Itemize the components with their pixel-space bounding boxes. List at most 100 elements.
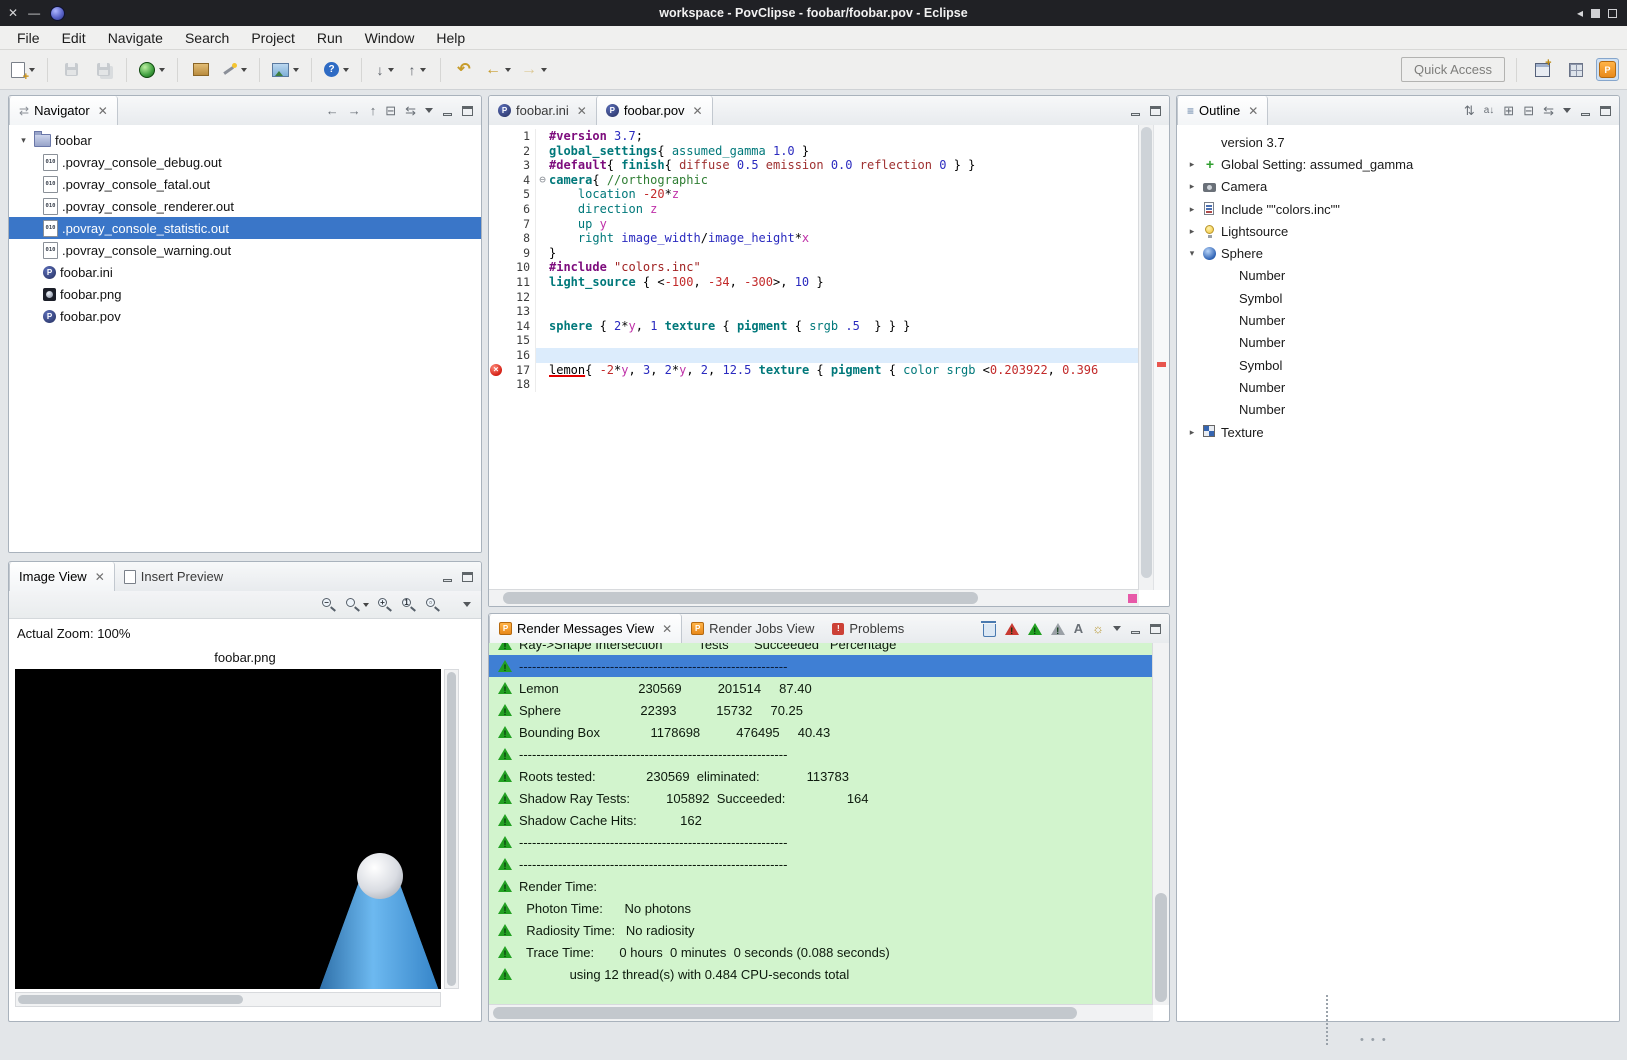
tab-insert-preview[interactable]: Insert Preview (115, 562, 232, 591)
code-line[interactable]: 6 direction z (489, 202, 1139, 217)
dropdown-icon[interactable] (388, 68, 394, 72)
code-line[interactable]: 13 (489, 304, 1139, 319)
code-line[interactable]: 9} (489, 246, 1139, 261)
outline-item[interactable]: Symbol (1177, 354, 1619, 376)
window-minimize-icon[interactable]: — (28, 7, 40, 19)
close-icon[interactable]: ✕ (577, 105, 587, 117)
zoom-fit-button[interactable]: ▫ (425, 597, 441, 613)
code-line[interactable]: 1#version 3.7; (489, 129, 1139, 144)
outline-item[interactable]: ▾Sphere (1177, 242, 1619, 264)
zoom-level-button[interactable] (345, 597, 369, 613)
message-row[interactable]: Ray->Shape Intersection Tests Succeeded … (489, 643, 1153, 655)
filter-fatal-icon[interactable] (1005, 623, 1019, 635)
message-row[interactable]: ----------------------------------------… (489, 831, 1153, 853)
code-line[interactable]: 3#default{ finish{ diffuse 0.5 emission … (489, 158, 1139, 173)
maximize-icon[interactable] (462, 572, 473, 582)
minimize-icon[interactable] (1580, 106, 1591, 116)
close-icon[interactable]: ✕ (98, 105, 108, 117)
minimize-icon[interactable] (1130, 106, 1141, 116)
collapse-all-button[interactable]: ⊟ (385, 104, 396, 117)
outline-item[interactable]: Number (1177, 309, 1619, 331)
image-wizard-button[interactable] (269, 57, 302, 83)
outline-item[interactable]: ▸Camera (1177, 176, 1619, 198)
close-icon[interactable]: ✕ (95, 571, 105, 583)
next-annotation-button[interactable]: ↓ (371, 57, 399, 83)
filter-statistic-icon[interactable]: ☼ (1092, 622, 1104, 635)
back-button[interactable]: ← (326, 104, 339, 117)
minimize-icon[interactable] (1130, 624, 1141, 634)
code-line[interactable]: 4⊖camera{ //orthographic (489, 173, 1139, 188)
message-row[interactable]: Trace Time: 0 hours 0 minutes 0 seconds … (489, 941, 1153, 963)
previous-annotation-button[interactable]: ↑ (403, 57, 431, 83)
wizard-button[interactable] (219, 57, 250, 83)
last-edit-location-button[interactable]: ↶ (450, 57, 478, 83)
sort-alpha-button[interactable]: a↓ (1484, 106, 1495, 116)
messages-vertical-scrollbar[interactable] (1152, 643, 1169, 1005)
code-line[interactable]: 10#include "colors.inc" (489, 260, 1139, 275)
code-line[interactable]: 15 (489, 333, 1139, 348)
error-overview-marker[interactable] (1157, 362, 1166, 367)
window-shade-icon[interactable]: ◂ (1577, 7, 1583, 19)
dropdown-icon[interactable] (363, 603, 369, 607)
scrollbar-thumb[interactable] (493, 1007, 1077, 1019)
zoom-actual-button[interactable]: 1 (401, 597, 417, 613)
forward-button[interactable]: → (518, 57, 550, 83)
quick-access-button[interactable]: Quick Access (1401, 57, 1505, 82)
tree-item-file[interactable]: .povray_console_statistic.out (9, 217, 481, 239)
message-row[interactable]: Lemon 230569 201514 87.40 (489, 677, 1153, 699)
resource-perspective-button[interactable] (1562, 57, 1590, 83)
view-menu-icon[interactable] (463, 602, 471, 607)
message-row[interactable]: Render Time: (489, 875, 1153, 897)
outline-item[interactable]: Number (1177, 265, 1619, 287)
tab-foobar-pov[interactable]: foobar.pov ✕ (596, 96, 713, 125)
trim-drag-handle[interactable]: • • • (1360, 1034, 1388, 1046)
collapse-all-button[interactable]: ⊟ (1523, 104, 1534, 117)
message-row[interactable]: ----------------------------------------… (489, 743, 1153, 765)
new-button[interactable] (8, 57, 38, 83)
tree-item-file[interactable]: .povray_console_fatal.out (9, 173, 481, 195)
forward-button[interactable]: → (348, 104, 361, 117)
maximize-icon[interactable] (1600, 106, 1611, 116)
message-row[interactable]: ----------------------------------------… (489, 655, 1153, 677)
code-line[interactable]: 11light_source { <-100, -34, -300>, 10 } (489, 275, 1139, 290)
message-row[interactable]: Shadow Cache Hits: 162 (489, 809, 1153, 831)
tab-render-messages-view[interactable]: Render Messages View ✕ (489, 614, 682, 643)
window-close-icon[interactable]: ✕ (8, 7, 18, 19)
tree-expander[interactable]: ▸ (1185, 204, 1199, 215)
message-row[interactable]: Shadow Ray Tests: 105892 Succeeded: 164 (489, 787, 1153, 809)
tree-item-project[interactable]: ▾foobar (9, 129, 481, 151)
tab-outline[interactable]: ≡ Outline ✕ (1177, 96, 1268, 125)
window-maximize-icon[interactable] (1608, 9, 1617, 18)
filter-debug-icon[interactable]: A (1074, 622, 1083, 635)
back-button[interactable]: ← (482, 57, 514, 83)
dropdown-icon[interactable] (159, 68, 165, 72)
code-line[interactable]: 16 (489, 348, 1139, 363)
clear-messages-icon[interactable] (983, 624, 996, 637)
tree-expander[interactable]: ▾ (17, 135, 30, 146)
menu-item-help[interactable]: Help (425, 26, 476, 50)
scrollbar-thumb[interactable] (1155, 893, 1167, 1002)
outline-item[interactable]: ▸Include ""colors.inc"" (1177, 198, 1619, 220)
overview-ruler[interactable] (1153, 125, 1169, 590)
minimize-icon[interactable] (442, 106, 453, 116)
outline-item[interactable]: Number (1177, 399, 1619, 421)
menu-item-search[interactable]: Search (174, 26, 240, 50)
tree-expander[interactable]: ▸ (1185, 226, 1199, 237)
zoom-in-button[interactable]: + (377, 597, 393, 613)
menu-item-window[interactable]: Window (354, 26, 426, 50)
window-restore-icon[interactable] (1591, 9, 1600, 18)
scrollbar-thumb[interactable] (447, 672, 456, 986)
povclipse-perspective-button[interactable]: P (1596, 58, 1619, 81)
insert-scene-element-button[interactable] (187, 57, 215, 83)
editor-horizontal-scrollbar[interactable] (489, 589, 1139, 606)
code-line[interactable]: 12 (489, 290, 1139, 305)
message-row[interactable]: ----------------------------------------… (489, 853, 1153, 875)
tree-expander[interactable]: ▸ (1185, 427, 1199, 438)
outline-item[interactable]: ▸Texture (1177, 421, 1619, 443)
message-row[interactable]: using 12 thread(s) with 0.484 CPU-second… (489, 963, 1153, 985)
maximize-icon[interactable] (462, 106, 473, 116)
code-line[interactable]: 5 location -20*z (489, 187, 1139, 202)
filter-warning-icon[interactable] (1028, 623, 1042, 635)
maximize-icon[interactable] (1150, 624, 1161, 634)
image-horizontal-scrollbar[interactable] (15, 992, 441, 1007)
